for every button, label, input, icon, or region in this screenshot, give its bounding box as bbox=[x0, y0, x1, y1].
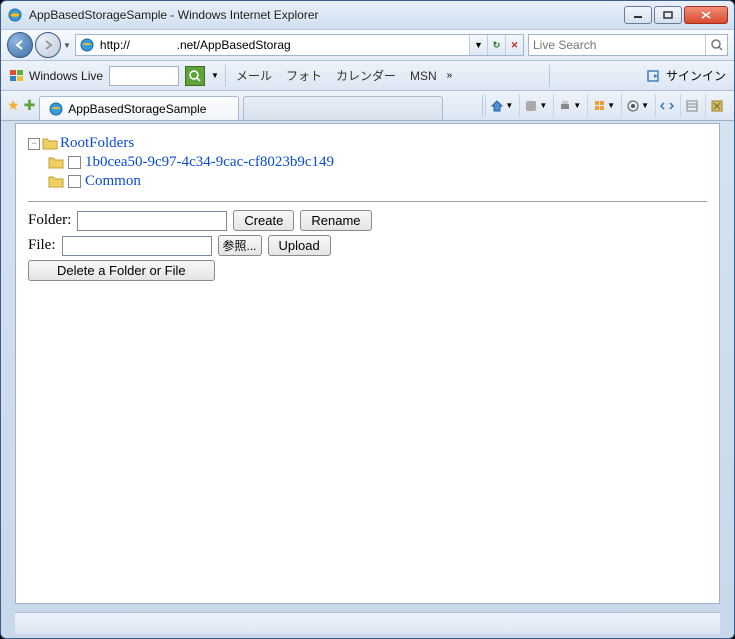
address-input[interactable] bbox=[98, 38, 469, 52]
dev-button[interactable] bbox=[655, 94, 678, 118]
folder-input[interactable] bbox=[77, 211, 227, 231]
stop-button[interactable]: ✕ bbox=[505, 35, 523, 55]
toolbar-link-msn[interactable]: MSN bbox=[406, 69, 441, 83]
file-label: File: bbox=[28, 237, 56, 254]
new-tab-button[interactable] bbox=[243, 96, 443, 120]
delete-button[interactable]: Delete a Folder or File bbox=[28, 260, 215, 281]
toolbar-more[interactable]: » bbox=[447, 70, 453, 81]
address-dropdown[interactable]: ▼ bbox=[469, 35, 487, 55]
windows-live-brand[interactable]: Windows Live bbox=[9, 68, 103, 84]
toolbar-link-photo[interactable]: フォト bbox=[282, 67, 326, 84]
back-button[interactable] bbox=[7, 32, 33, 58]
feeds-button[interactable]: ▼ bbox=[519, 94, 551, 118]
tab-bar: ★ ✚ AppBasedStorageSample ▼ ▼ ▼ ▼ ▼ bbox=[1, 91, 734, 121]
address-bar: ▼ ↻ ✕ bbox=[75, 34, 524, 56]
folder-label: Folder: bbox=[28, 212, 71, 229]
refresh-button[interactable]: ↻ bbox=[487, 35, 505, 55]
navigation-bar: ▼ ▼ ↻ ✕ bbox=[1, 29, 734, 61]
tree-checkbox[interactable] bbox=[68, 156, 81, 169]
tree-child-row: 1b0cea50-9c97-4c34-9cac-cf8023b9c149 bbox=[28, 153, 707, 172]
separator bbox=[28, 201, 707, 202]
browser-window: AppBasedStorageSample - Windows Internet… bbox=[0, 0, 735, 639]
page-icon bbox=[79, 37, 95, 53]
tree-child-row: Common bbox=[28, 172, 707, 191]
ie-icon bbox=[7, 7, 23, 23]
extra-button-1[interactable] bbox=[680, 94, 703, 118]
ie-icon bbox=[48, 101, 64, 117]
toolbar-link-mail[interactable]: メール bbox=[232, 67, 276, 84]
folder-icon bbox=[48, 175, 64, 189]
file-input[interactable] bbox=[62, 236, 212, 256]
tree-child-link[interactable]: Common bbox=[85, 173, 141, 190]
windows-flag-icon bbox=[9, 68, 25, 84]
minimize-button[interactable] bbox=[624, 6, 652, 24]
search-bar bbox=[528, 34, 728, 56]
add-favorite-icon[interactable]: ✚ bbox=[24, 97, 36, 114]
close-button[interactable] bbox=[684, 6, 728, 24]
signin-button[interactable]: サインイン bbox=[646, 67, 726, 84]
tree-child-link[interactable]: 1b0cea50-9c97-4c34-9cac-cf8023b9c149 bbox=[85, 154, 334, 171]
search-input[interactable] bbox=[529, 38, 705, 52]
maximize-button[interactable] bbox=[654, 6, 682, 24]
forward-button[interactable] bbox=[35, 32, 61, 58]
tab-title: AppBasedStorageSample bbox=[68, 102, 206, 116]
collapse-icon[interactable]: − bbox=[28, 138, 40, 150]
page-button[interactable]: ▼ bbox=[587, 94, 619, 118]
live-search-input[interactable] bbox=[109, 66, 179, 86]
home-button[interactable]: ▼ bbox=[485, 94, 517, 118]
window-buttons bbox=[622, 6, 728, 24]
window-title: AppBasedStorageSample - Windows Internet… bbox=[29, 8, 622, 22]
search-button[interactable] bbox=[705, 35, 727, 55]
live-search-go[interactable] bbox=[185, 66, 205, 86]
folder-form-row: Folder: Create Rename bbox=[28, 210, 707, 231]
favorites-icon[interactable]: ★ bbox=[7, 97, 20, 114]
extra-button-2[interactable] bbox=[705, 94, 728, 118]
chevron-down-icon[interactable]: ▼ bbox=[211, 71, 219, 80]
page-content: − RootFolders 1b0cea50-9c97-4c34-9cac-cf… bbox=[15, 123, 720, 604]
folder-icon bbox=[42, 137, 58, 151]
tools-button[interactable]: ▼ bbox=[621, 94, 653, 118]
print-button[interactable]: ▼ bbox=[553, 94, 585, 118]
tree-root-row: − RootFolders bbox=[28, 134, 707, 153]
upload-button[interactable]: Upload bbox=[268, 235, 331, 256]
file-form-row: File: 参照... Upload bbox=[28, 235, 707, 256]
signin-icon bbox=[646, 68, 662, 84]
rename-button[interactable]: Rename bbox=[300, 210, 371, 231]
browse-button[interactable]: 参照... bbox=[218, 235, 262, 256]
live-toolbar: Windows Live ▼ メール フォト カレンダー MSN » サインイン bbox=[1, 61, 734, 91]
create-button[interactable]: Create bbox=[233, 210, 294, 231]
folder-icon bbox=[48, 156, 64, 170]
nav-dropdown-icon[interactable]: ▼ bbox=[63, 41, 71, 50]
tree-checkbox[interactable] bbox=[68, 175, 81, 188]
titlebar: AppBasedStorageSample - Windows Internet… bbox=[1, 1, 734, 29]
delete-form-row: Delete a Folder or File bbox=[28, 260, 707, 281]
tree-root-link[interactable]: RootFolders bbox=[60, 135, 134, 152]
tab-active[interactable]: AppBasedStorageSample bbox=[39, 96, 239, 120]
status-bar bbox=[15, 612, 720, 634]
toolbar-link-calendar[interactable]: カレンダー bbox=[332, 67, 400, 84]
